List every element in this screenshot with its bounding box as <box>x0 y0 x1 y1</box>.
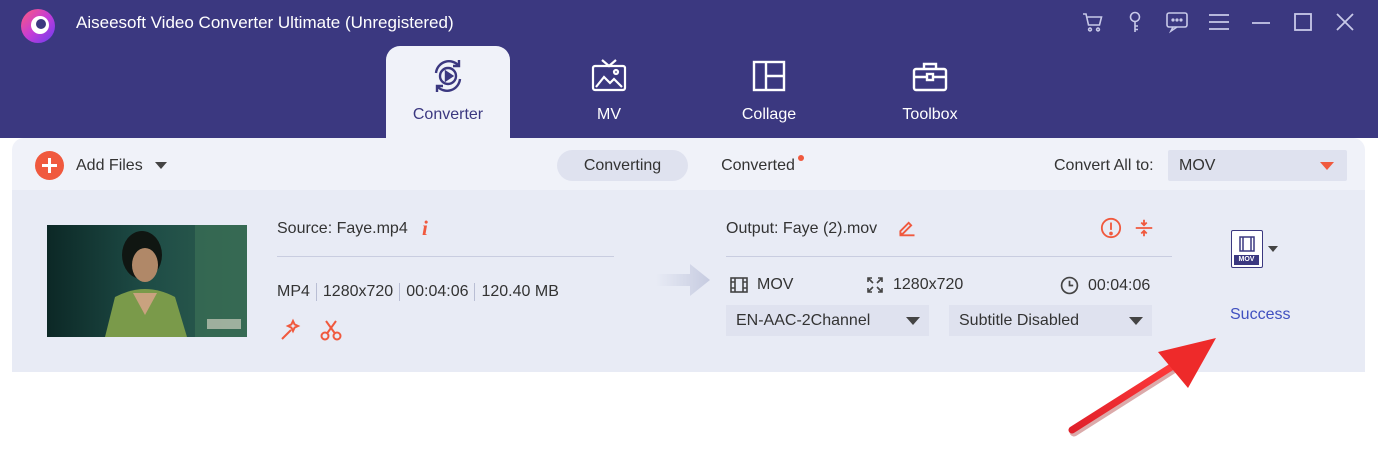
app-window: Aiseesoft Video Converter Ultimate (Unre… <box>0 0 1378 467</box>
tab-collage-label: Collage <box>741 106 797 123</box>
source-format: MP4 <box>277 283 310 300</box>
collage-icon <box>752 60 786 92</box>
menu-button[interactable] <box>1205 8 1233 36</box>
conversion-status: Success <box>1230 306 1291 323</box>
tab-toolbox-label: Toolbox <box>902 106 958 123</box>
output-duration-value: 00:04:06 <box>1088 276 1151 294</box>
minimize-button[interactable] <box>1247 8 1275 36</box>
tab-converted[interactable]: Converted <box>712 150 804 181</box>
output-format-value: MOV <box>757 276 794 293</box>
divider <box>726 256 1172 257</box>
add-icon <box>35 151 64 180</box>
output-format: MOV <box>730 276 793 294</box>
subtitle-value: Subtitle Disabled <box>959 312 1080 329</box>
audio-track-select[interactable]: EN-AAC-2Channel <box>726 305 929 336</box>
output-resolution-value: 1280x720 <box>893 276 964 293</box>
app-title: Aiseesoft Video Converter Ultimate (Unre… <box>76 13 454 32</box>
toolbox-icon <box>912 62 948 92</box>
feedback-button[interactable] <box>1163 8 1191 36</box>
source-meta: MP4 1280x720 00:04:06 120.40 MB <box>277 283 565 301</box>
chevron-down-icon <box>1320 162 1334 170</box>
close-icon <box>1336 13 1354 31</box>
header-bar: Aiseesoft Video Converter Ultimate (Unre… <box>0 0 1378 138</box>
register-button[interactable] <box>1121 8 1149 36</box>
compress-icon[interactable] <box>1133 217 1155 239</box>
cart-button[interactable] <box>1079 8 1107 36</box>
cart-icon <box>1083 13 1103 32</box>
resize-icon <box>867 277 883 293</box>
chevron-down-icon[interactable] <box>154 162 167 169</box>
maximize-icon <box>1294 13 1312 31</box>
chevron-down-icon[interactable] <box>1268 246 1278 252</box>
close-button[interactable] <box>1331 8 1359 36</box>
add-files-button[interactable]: Add Files <box>35 151 167 180</box>
tab-converter[interactable]: Converter <box>386 46 510 138</box>
convert-all-label: Convert All to: <box>1054 157 1154 174</box>
source-duration: 00:04:06 <box>399 283 474 301</box>
convert-all-format-value: MOV <box>1179 157 1216 174</box>
clock-icon <box>1060 276 1079 295</box>
source-resolution: 1280x720 <box>315 283 399 301</box>
tab-mv-label: MV <box>597 106 621 123</box>
output-resolution: 1280x720 <box>866 276 963 294</box>
info-icon[interactable]: i <box>422 216 428 241</box>
convert-all-format-select[interactable]: MOV <box>1168 150 1347 181</box>
video-thumbnail[interactable] <box>47 225 247 337</box>
subtitle-select[interactable]: Subtitle Disabled <box>949 305 1152 336</box>
tab-converting-label: Converting <box>583 157 662 174</box>
key-icon <box>1129 11 1141 32</box>
app-logo-icon <box>21 9 55 43</box>
audio-track-value: EN-AAC-2Channel <box>736 312 871 329</box>
mv-icon <box>591 59 627 92</box>
annotation-arrow <box>1068 338 1216 437</box>
menu-icon <box>1209 14 1229 30</box>
enhance-icon[interactable] <box>279 318 303 342</box>
add-files-label: Add Files <box>76 156 143 174</box>
arrow-right-icon <box>656 264 710 296</box>
media-info-icon[interactable] <box>1100 217 1122 239</box>
tab-mv[interactable]: MV <box>547 46 671 138</box>
scissors-icon[interactable] <box>319 318 343 342</box>
tab-converter-label: Converter <box>412 106 484 123</box>
converter-toolbar: Add Files Converting Converted Convert A… <box>12 138 1365 190</box>
tab-converting[interactable]: Converting <box>557 150 688 181</box>
chat-icon <box>1166 12 1188 34</box>
converter-icon <box>434 60 462 92</box>
source-file-name: Source: Faye.mp4 <box>277 220 408 237</box>
maximize-button[interactable] <box>1289 8 1317 36</box>
notification-dot <box>798 155 804 161</box>
film-icon <box>730 277 748 293</box>
tab-converted-label: Converted <box>721 157 795 174</box>
divider <box>277 256 614 257</box>
tab-collage[interactable]: Collage <box>707 46 831 138</box>
source-size: 120.40 MB <box>474 283 564 301</box>
tab-toolbox[interactable]: Toolbox <box>868 46 992 138</box>
minimize-icon <box>1252 22 1270 24</box>
output-file-name: Output: Faye (2).mov <box>726 220 878 237</box>
chevron-down-icon <box>1129 317 1143 325</box>
format-badge-label: MOV <box>1234 255 1259 265</box>
edit-icon[interactable] <box>897 217 917 237</box>
output-format-badge[interactable]: MOV <box>1231 230 1263 268</box>
film-icon <box>1239 236 1255 252</box>
chevron-down-icon <box>906 317 920 325</box>
output-duration: 00:04:06 <box>1060 276 1150 295</box>
